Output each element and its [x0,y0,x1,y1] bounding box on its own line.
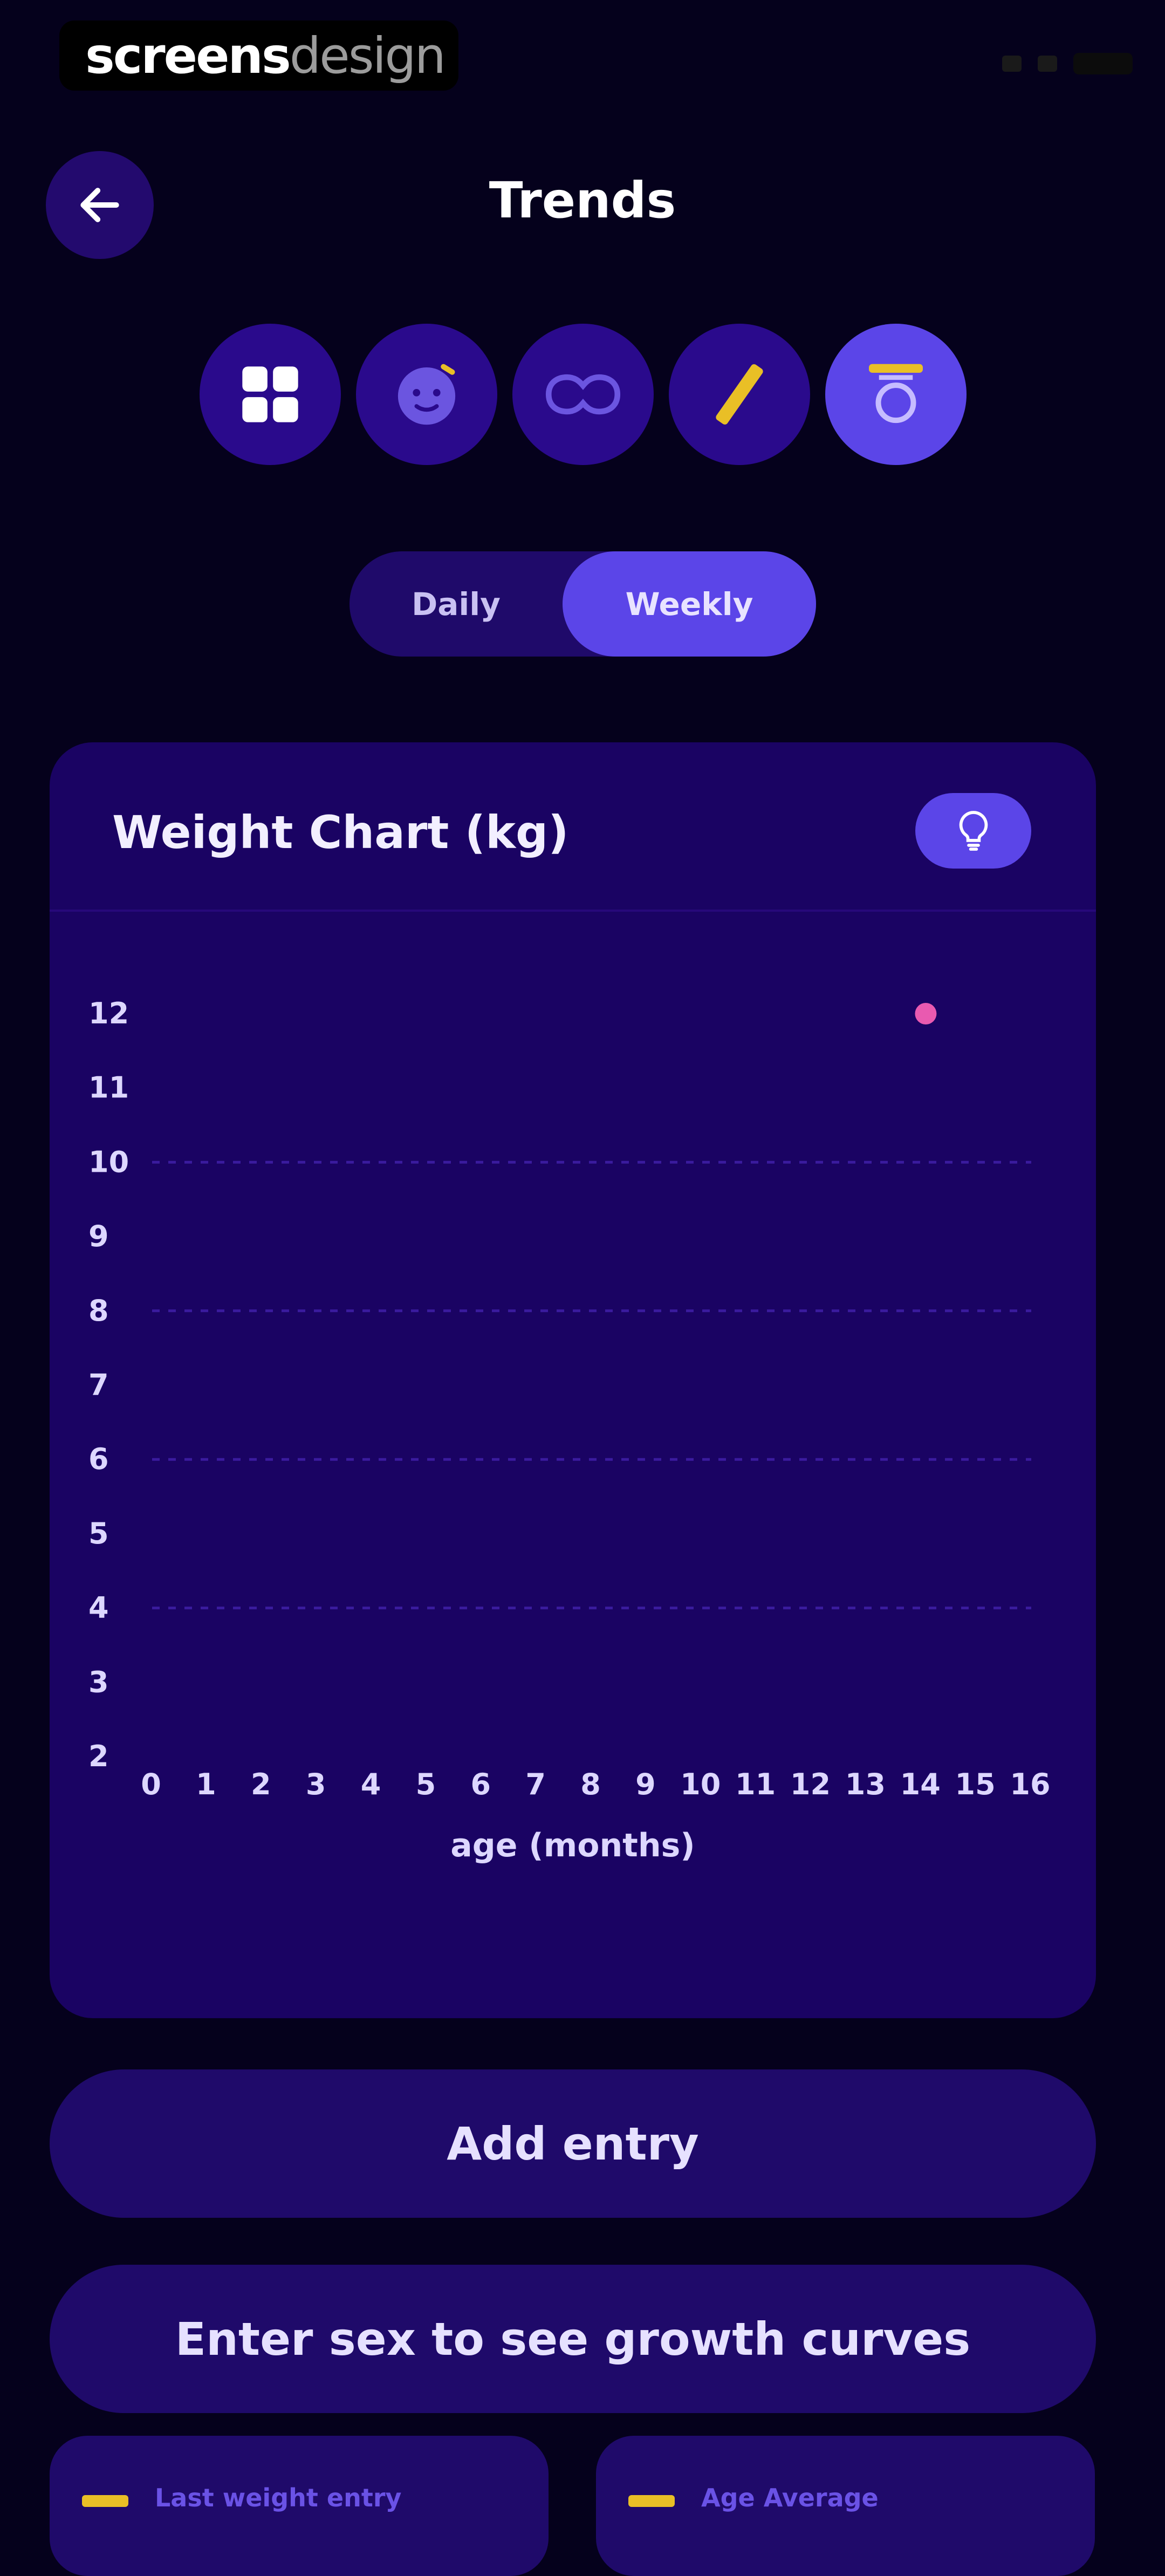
x-tick-label: 5 [416,1767,436,1801]
y-tick-label: 11 [88,1071,129,1105]
x-tick-label: 3 [306,1767,326,1801]
x-tick-label: 10 [680,1767,721,1801]
data-point [915,1003,937,1024]
x-axis-label: age (months) [450,1827,695,1864]
y-tick-label: 6 [88,1442,109,1476]
x-tick-label: 13 [845,1767,886,1801]
x-tick-label: 6 [470,1767,491,1801]
age-average-label: Age Average [701,2483,879,2512]
y-tick-label: 3 [88,1665,109,1699]
x-tick-label: 8 [580,1767,601,1801]
category-overview-button[interactable] [200,324,341,465]
status-bar-icons [1002,53,1133,74]
grid-icon [242,366,298,422]
category-sleep-button[interactable] [512,324,654,465]
x-tick-label: 9 [635,1767,656,1801]
x-tick-label: 1 [196,1767,216,1801]
category-selector [200,324,967,465]
wifi-icon [1038,56,1057,72]
enter-sex-button[interactable]: Enter sex to see growth curves [50,2265,1096,2413]
watermark-text-screens: screens [85,26,291,85]
category-weight-button[interactable] [825,324,967,465]
screensdesign-watermark: screens design [59,21,458,91]
toggle-weekly[interactable]: Weekly [563,551,816,657]
y-tick-label: 9 [88,1219,109,1253]
x-tick-label: 11 [735,1767,776,1801]
sleep-mask-icon [545,374,621,415]
x-tick-label: 14 [900,1767,941,1801]
x-tick-label: 7 [525,1767,546,1801]
x-tick-label: 4 [361,1767,381,1801]
add-entry-button[interactable]: Add entry [50,2069,1096,2218]
page-title: Trends [489,172,676,229]
battery-icon [1073,53,1133,74]
scale-icon [869,364,923,423]
last-weight-marker [82,2495,128,2507]
last-weight-card: Last weight entry [50,2436,549,2576]
last-weight-label: Last weight entry [155,2483,402,2512]
y-tick-label: 8 [88,1294,109,1328]
y-tick-label: 7 [88,1368,109,1402]
age-average-marker [628,2495,675,2507]
y-tick-label: 12 [88,996,129,1030]
weight-chart-plot: 121110987654320 1 2 3 4 5 6 7 8 9 10 11 12 13 14 15 16ag… [88,996,1051,1864]
category-feeding-button[interactable] [356,324,497,465]
category-height-button[interactable] [669,324,810,465]
x-tick-label: 15 [955,1767,996,1801]
y-tick-label: 5 [88,1516,109,1550]
watermark-text-design: design [289,26,446,85]
x-tick-label: 0 [141,1767,161,1801]
weight-chart-card: Weight Chart (kg) 12 11 10 9 8 7 6 5 4 3 2 0 1 2 3 4 5 6 7… [50,742,1096,2018]
ruler-icon [716,364,763,425]
y-tick-label: 4 [88,1591,109,1625]
signal-icon [1002,56,1022,72]
x-tick-label: 16 [1010,1767,1050,1801]
x-tick-label: 12 [790,1767,831,1801]
y-tick-label: 10 [88,1145,129,1179]
y-tick-label: 2 [88,1739,109,1773]
period-toggle: Daily Weekly [350,551,816,657]
x-tick-label: 2 [251,1767,271,1801]
age-average-card: Age Average [596,2436,1095,2576]
baby-face-icon [398,364,456,425]
toggle-daily[interactable]: Daily [350,551,563,657]
